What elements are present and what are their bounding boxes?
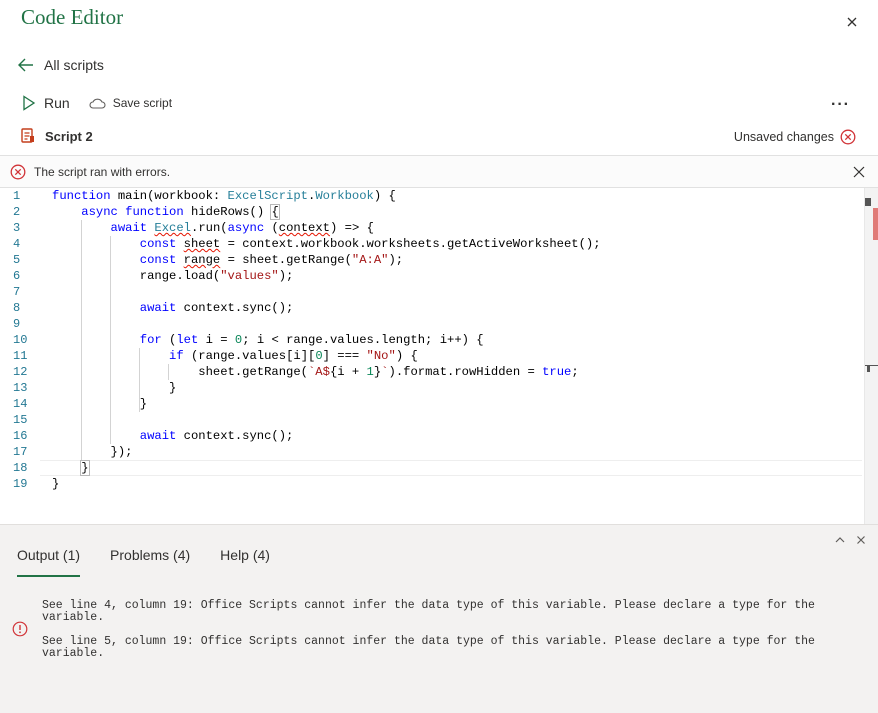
error-circle-icon[interactable] [840, 129, 856, 145]
scrollbar-thumb[interactable] [865, 198, 871, 206]
line-number: 3 [13, 221, 21, 235]
line-number: 12 [13, 365, 28, 379]
code-line: await context.sync(); [139, 429, 294, 443]
line-number: 4 [13, 237, 21, 251]
back-to-all-scripts-link[interactable]: All scripts [18, 57, 104, 73]
more-options-icon[interactable]: ··· [831, 96, 850, 114]
code-line: if (range.values[i][0] === "No") { [169, 349, 418, 363]
line-number: 13 [13, 381, 28, 395]
output-message: See line 5, column 19: Office Scripts ca… [42, 635, 815, 660]
output-messages: See line 4, column 19: Office Scripts ca… [42, 600, 862, 672]
code-lines[interactable]: function main(workbook: ExcelScript.Work… [52, 188, 601, 492]
code-line: sheet.getRange(`A${i + 1}`).format.rowHi… [52, 365, 579, 379]
error-marker [873, 208, 878, 240]
code-line: await context.sync(); [139, 301, 294, 315]
error-circle-icon [10, 164, 26, 179]
output-panel: Output (1) Problems (4) Help (4) See line … [0, 524, 878, 713]
line-number: 15 [13, 413, 28, 427]
line-number: 6 [13, 269, 21, 283]
line-number: 11 [13, 349, 28, 363]
script-file-icon [21, 128, 34, 143]
code-line: } [52, 381, 177, 395]
line-number: 2 [13, 205, 21, 219]
code-line: } [80, 460, 90, 476]
script-header: Script 2 [21, 128, 93, 144]
line-number: 17 [13, 445, 28, 459]
run-button[interactable]: Run [22, 95, 70, 111]
code-line: range.load("values"); [52, 269, 294, 283]
unsaved-label: Unsaved changes [733, 130, 834, 144]
line-number: 5 [13, 253, 21, 267]
chevron-up-icon[interactable] [834, 535, 846, 545]
close-icon[interactable] [856, 535, 866, 545]
line-number-gutter: 1 2 3 4 5 6 7 8 9 10 11 12 13 14 15 16 17 18 19 [0, 188, 40, 492]
line-number: 16 [13, 429, 28, 443]
code-line: const sheet = context.workbook.worksheet… [139, 237, 601, 251]
tab-output[interactable]: Output (1) [17, 547, 81, 577]
close-icon[interactable] [844, 14, 860, 30]
cursor-marker [867, 366, 870, 372]
output-tabs: Output (1) Problems (4) Help (4) [17, 547, 270, 577]
dismiss-icon[interactable] [852, 165, 866, 179]
vertical-scrollbar[interactable] [864, 188, 878, 524]
code-line: function main(workbook: ExcelScript.Work… [52, 189, 396, 203]
tab-problems[interactable]: Problems (4) [110, 547, 190, 577]
code-line: } [52, 477, 60, 491]
toolbar: Run Save script [22, 95, 172, 111]
line-number: 14 [13, 397, 28, 411]
code-line: await Excel.run(async (context) => { [110, 221, 374, 235]
line-number: 9 [13, 317, 21, 331]
error-message-bar: The script ran with errors. [0, 155, 878, 188]
code-line: async function hideRows() { [81, 204, 280, 220]
code-line: }); [52, 445, 133, 459]
arrow-left-icon [18, 58, 33, 72]
code-line: const range = sheet.getRange("A:A"); [139, 253, 404, 267]
run-label: Run [44, 95, 70, 111]
line-number: 7 [13, 285, 21, 299]
app-title: Code Editor [21, 5, 124, 29]
save-script-button[interactable]: Save script [89, 96, 172, 110]
line-number: 18 [13, 461, 28, 475]
panel-controls [834, 535, 866, 545]
error-message: The script ran with errors. [34, 164, 171, 179]
warning-icon [12, 621, 28, 637]
code-editor[interactable]: 1 2 3 4 5 6 7 8 9 10 11 12 13 14 15 16 17 18 19 function m… [0, 188, 878, 524]
line-number: 10 [13, 333, 28, 347]
line-number: 8 [13, 301, 21, 315]
save-label: Save script [112, 96, 173, 110]
cloud-sync-icon [89, 98, 106, 109]
line-number: 19 [13, 477, 28, 491]
code-line: for (let i = 0; i < range.values.length;… [139, 333, 484, 347]
back-label: All scripts [44, 57, 104, 73]
line-number: 1 [13, 189, 21, 203]
play-icon [23, 95, 36, 111]
script-name: Script 2 [45, 128, 93, 144]
tab-help[interactable]: Help (4) [220, 547, 270, 577]
code-line: } [52, 397, 148, 411]
unsaved-status: Unsaved changes [734, 129, 856, 145]
output-message: See line 4, column 19: Office Scripts ca… [42, 599, 815, 624]
